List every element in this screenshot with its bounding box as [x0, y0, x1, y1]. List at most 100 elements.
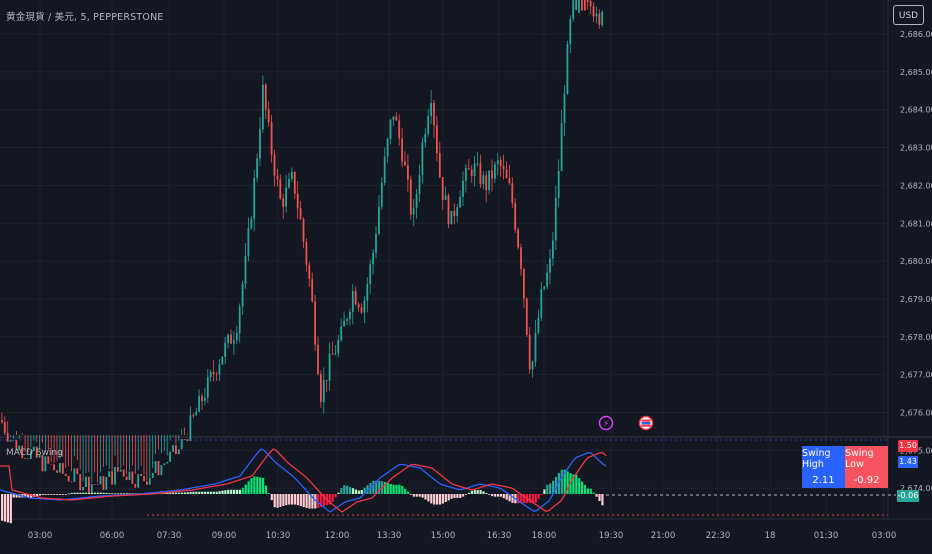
price-axis-label: 2,676.00: [900, 409, 932, 418]
candle-body: [491, 170, 493, 179]
swing-low-cell: Swing Low -0.92: [845, 446, 888, 488]
candle-body: [482, 175, 485, 185]
chart-canvas[interactable]: 2,686.00 2,685.00 2,684.00 2,683.00 2,682.00…: [0, 0, 932, 550]
flag-icon: [641, 424, 651, 427]
candle-body: [125, 476, 128, 481]
histogram-bar: [233, 489, 236, 494]
candle-body: [247, 228, 250, 256]
histogram-bar: [76, 492, 79, 494]
histogram-bar: [592, 492, 595, 494]
histogram-bar: [102, 492, 105, 494]
candle-body: [201, 396, 203, 402]
time-axis-label: 16:30: [487, 531, 512, 541]
candle-body: [395, 116, 398, 121]
chart-container[interactable]: 2,686.00 2,685.00 2,684.00 2,683.00 2,682.00…: [0, 0, 932, 550]
candle-body: [369, 264, 372, 285]
histogram-bar: [122, 493, 125, 495]
candle-body: [412, 208, 415, 215]
candle-body: [331, 353, 334, 355]
candle-body: [212, 372, 215, 375]
candle-body: [102, 476, 105, 490]
candle-body: [117, 466, 119, 472]
histogram-bar: [386, 483, 389, 494]
histogram-bar: [444, 494, 447, 502]
candle-body: [137, 474, 140, 488]
currency-button[interactable]: USD: [893, 5, 924, 25]
time-axis-label: 19:30: [599, 531, 624, 541]
histogram-bar: [467, 492, 471, 494]
histogram-bar: [575, 474, 578, 494]
time-axis-label: 06:00: [100, 531, 125, 541]
candle-body: [93, 483, 96, 485]
candle-body: [581, 0, 583, 11]
candle-body: [82, 486, 84, 491]
histogram-bar: [436, 494, 439, 505]
candle-body: [6, 432, 9, 442]
candle-body: [540, 288, 543, 318]
candle-body: [563, 93, 566, 124]
swing-high-value: 2.11: [812, 475, 835, 486]
candle-body: [488, 170, 490, 191]
candle-body: [485, 175, 488, 191]
histogram-bar: [264, 485, 268, 494]
histogram-bar: [482, 491, 485, 494]
histogram-bar: [395, 484, 398, 494]
histogram-bar: [256, 476, 259, 494]
histogram-bar: [494, 494, 497, 497]
price-axis-label: 2,686.00: [900, 30, 932, 39]
candle-body: [386, 139, 389, 157]
histogram-bar: [476, 490, 479, 494]
histogram-bar: [462, 494, 465, 497]
candle-body: [366, 284, 369, 301]
candle-body: [131, 471, 134, 484]
candle-body: [320, 374, 322, 403]
time-axis-label: 21:00: [651, 531, 676, 541]
candle-body: [372, 252, 374, 265]
histogram-bar: [288, 494, 291, 505]
histogram-bar: [456, 494, 459, 498]
candle-body: [560, 123, 563, 171]
flag-icon: [641, 419, 651, 422]
price-axis-label: 2,685.00: [900, 68, 932, 77]
candle-body: [520, 247, 522, 270]
histogram-bar: [224, 490, 227, 494]
candle-body: [85, 476, 87, 487]
histogram-bar: [496, 494, 500, 497]
histogram-bar: [502, 494, 505, 499]
histogram-bar: [346, 485, 349, 494]
histogram-bar: [331, 494, 334, 502]
macd-value-tag: 1.43: [898, 456, 918, 468]
histogram-bar: [177, 492, 181, 494]
histogram-bar: [424, 494, 427, 500]
histogram-bar: [360, 489, 363, 494]
candle-body: [453, 210, 456, 217]
histogram-bar: [343, 485, 346, 494]
candle-body: [293, 171, 296, 194]
histogram-bar: [85, 492, 88, 494]
histogram-bar: [340, 487, 343, 494]
candle-body: [496, 160, 499, 165]
histogram-bar: [578, 478, 581, 494]
time-axis-label: 07:30: [157, 531, 182, 541]
histogram-bar: [259, 477, 262, 494]
time-axis-label: 12:00: [325, 531, 350, 541]
candle-body: [537, 317, 540, 333]
histogram-bar: [441, 494, 444, 504]
candle-body: [334, 353, 337, 355]
candle-body: [227, 334, 229, 344]
candle-body: [592, 6, 595, 17]
histogram-bar: [96, 492, 99, 494]
histogram-bar: [479, 490, 482, 494]
histogram-bar: [59, 494, 62, 495]
candle-body: [398, 120, 401, 139]
candle-body: [595, 13, 598, 17]
candle-body: [276, 175, 279, 180]
histogram-bar: [183, 492, 186, 494]
histogram-bar: [601, 494, 604, 506]
histogram-bar: [337, 492, 340, 494]
candle-body: [601, 11, 604, 25]
swing-high-label: Swing High: [802, 448, 831, 470]
candle-body: [64, 473, 67, 476]
swing-table: Swing High 2.11 Swing Low -0.92: [802, 446, 888, 488]
candle-body: [346, 319, 348, 321]
